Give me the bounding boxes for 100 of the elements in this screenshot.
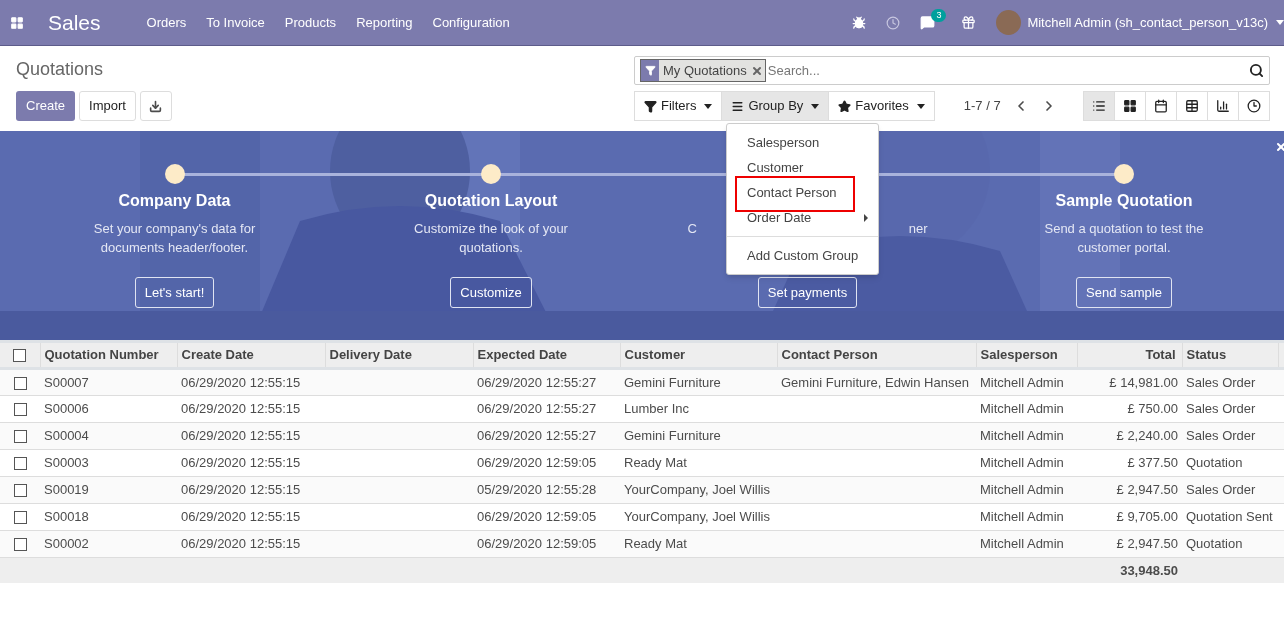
table-cell: Quotation Sent [1186, 509, 1273, 525]
table-cell: 05/29/2020 12:55:28 [477, 482, 597, 498]
table-cell: YourCompany, Joel Willis [624, 509, 770, 525]
step-description: Customize the look of your quotations. [414, 221, 568, 255]
table-cell: Gemini Furniture, Edwin Hansen [781, 374, 969, 390]
row-checkbox[interactable] [13, 403, 27, 417]
page-title: Quotations [16, 58, 105, 81]
column-header[interactable]: Salesperson [976, 341, 1077, 369]
row-checkbox[interactable] [13, 484, 27, 498]
import-button[interactable]: Import [79, 91, 136, 121]
table-cell: Sales Order [1186, 482, 1256, 498]
caret-icon [916, 103, 925, 109]
bug-icon[interactable] [852, 15, 867, 30]
step-button[interactable]: Customize [450, 277, 532, 308]
list-icon [1092, 99, 1106, 113]
table-cell: S00007 [44, 374, 89, 390]
search-option-button[interactable]: Filters [634, 91, 723, 121]
chat-icon[interactable] [920, 15, 936, 30]
filter-icon [644, 65, 656, 76]
app-title: Sales [48, 9, 101, 36]
table-icon [1185, 99, 1199, 113]
table-cell: 06/29/2020 12:55:15 [181, 374, 301, 390]
column-header[interactable]: Customer [620, 341, 777, 369]
table-cell: £ 377.50 [1127, 455, 1178, 471]
table-cell: S00004 [44, 428, 89, 444]
view-switch-button[interactable] [1176, 91, 1208, 121]
table-cell: £ 9,705.00 [1116, 509, 1178, 525]
menu-item[interactable]: Contact Person [727, 182, 837, 203]
row-checkbox[interactable] [13, 538, 27, 552]
view-switch-button[interactable] [1207, 91, 1239, 121]
view-switch-button[interactable] [1083, 91, 1115, 121]
add-custom-group-item[interactable]: Add Custom Group [727, 243, 878, 268]
search-option-button[interactable]: Group By [721, 91, 830, 121]
menu-item[interactable]: Order Date [727, 207, 812, 228]
create-button[interactable]: Create [16, 91, 76, 121]
column-header[interactable]: Quotation Number [40, 341, 177, 369]
table-cell: £ 2,947.50 [1116, 482, 1178, 498]
view-switch-button[interactable] [1145, 91, 1177, 121]
view-switch-button[interactable] [1238, 91, 1270, 121]
step-button[interactable]: Let's start! [134, 277, 215, 308]
user-menu[interactable]: Mitchell Admin (sh_contact_person_v13c) [1027, 12, 1268, 33]
table-cell: Mitchell Admin [980, 455, 1064, 471]
table-cell: 06/29/2020 12:55:15 [181, 482, 301, 498]
download-button[interactable] [139, 91, 172, 121]
menu-item[interactable]: Customer [727, 157, 804, 178]
menu-item[interactable]: Reporting [356, 12, 413, 33]
step-title: Company Data [118, 191, 231, 211]
table-cell: £ 2,240.00 [1116, 428, 1178, 444]
select-all-checkbox[interactable] [13, 349, 27, 363]
row-checkbox[interactable] [13, 376, 27, 390]
table-cell: 06/29/2020 12:59:05 [477, 509, 597, 525]
pager-value[interactable]: 1-7 / 7 [963, 96, 1001, 116]
table-cell: £ 750.00 [1127, 401, 1178, 417]
remove-facet-icon[interactable] [750, 64, 763, 77]
menu-icon [731, 99, 745, 113]
search-field[interactable]: My Quotations Search... [634, 56, 1270, 85]
column-header[interactable]: Contact Person [777, 341, 976, 369]
gift-icon[interactable] [961, 15, 977, 30]
table-cell: Sales Order [1186, 401, 1256, 417]
table-cell: Mitchell Admin [980, 401, 1064, 417]
column-header[interactable]: Delivery Date [325, 341, 473, 369]
search-input[interactable]: Search... [767, 60, 1249, 81]
menu-item[interactable]: Orders [146, 12, 187, 33]
table-cell: 06/29/2020 12:55:15 [181, 509, 301, 525]
menu-item[interactable]: Products [284, 12, 337, 33]
column-header[interactable]: Create Date [177, 341, 325, 369]
row-checkbox[interactable] [13, 511, 27, 525]
table-cell: Ready Mat [624, 536, 687, 552]
column-header[interactable]: Expected Date [473, 341, 620, 369]
row-checkbox[interactable] [13, 430, 27, 444]
table-cell: 06/29/2020 12:55:27 [477, 428, 597, 444]
search-icon[interactable] [1249, 63, 1264, 78]
step-description: Set your company's data for documents header/footer. [93, 221, 256, 255]
column-header[interactable]: Status [1182, 341, 1278, 369]
search-option-button[interactable]: Favorites [828, 91, 935, 121]
clock-icon [1247, 99, 1261, 113]
filter-icon [644, 99, 657, 113]
table-cell: 06/29/2020 12:55:15 [181, 455, 301, 471]
table-cell: S00018 [44, 509, 89, 525]
table-cell: S00019 [44, 482, 89, 498]
table-cell: Sales Order [1186, 428, 1256, 444]
menu-item[interactable]: Salesperson [727, 132, 820, 153]
menu-item[interactable]: To Invoice [206, 12, 265, 33]
table-cell: Gemini Furniture [624, 374, 721, 390]
table-cell: Quotation [1186, 455, 1243, 471]
step-button[interactable]: Send sample [1076, 277, 1172, 308]
close-icon[interactable] [1275, 141, 1284, 153]
step-description: Send a quotation to test the customer portal. [1044, 221, 1204, 255]
view-switch-button[interactable] [1114, 91, 1146, 121]
calendar-icon [1154, 99, 1168, 113]
menu-item[interactable]: Configuration [432, 12, 510, 33]
step-button[interactable]: Set payments [757, 277, 858, 308]
row-checkbox[interactable] [13, 457, 27, 471]
table-cell: Mitchell Admin [980, 509, 1064, 525]
search-facet[interactable]: My Quotations [640, 59, 766, 82]
bar-chart-icon [1216, 99, 1230, 113]
column-header[interactable]: Total [1077, 341, 1182, 369]
apps-menu-icon[interactable] [10, 15, 24, 30]
step-title: Quotation Layout [424, 191, 558, 211]
table-cell: 06/29/2020 12:55:27 [477, 374, 597, 390]
